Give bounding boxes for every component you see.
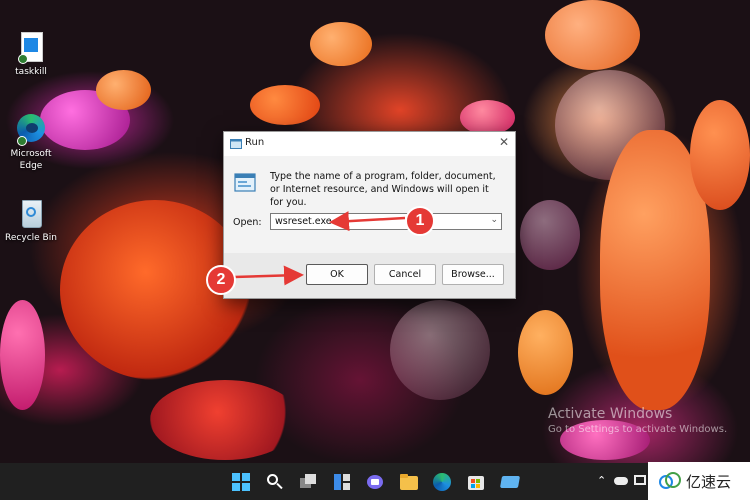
search-icon[interactable] [264, 472, 284, 492]
file-explorer-icon[interactable] [399, 472, 419, 492]
step-badge-1: 1 [405, 206, 435, 236]
cloud-logo-icon [659, 472, 681, 489]
arrow-to-ok-button [233, 265, 304, 286]
cloud-icon[interactable] [614, 477, 628, 485]
watermark-line1: Activate Windows [548, 406, 673, 422]
site-logo: 亿速云 [648, 462, 750, 500]
taskbar: ⌃ [0, 463, 750, 500]
arrow-to-open-field [329, 211, 406, 232]
logo-text: 亿速云 [686, 473, 732, 491]
store-icon[interactable] [466, 472, 486, 492]
start-icon[interactable] [231, 472, 251, 492]
activation-watermark: Activate Windows Go to Settings to activ… [548, 406, 727, 435]
chevron-up-icon[interactable]: ⌃ [597, 474, 606, 487]
pinned-app-icon[interactable] [499, 472, 521, 492]
step-badge-2: 2 [206, 265, 236, 295]
display-icon[interactable] [634, 475, 646, 485]
chat-icon[interactable] [365, 472, 385, 492]
watermark-line2: Go to Settings to activate Windows. [548, 424, 728, 435]
task-view-icon[interactable] [298, 472, 318, 492]
widgets-icon[interactable] [332, 472, 352, 492]
edge-icon[interactable] [432, 472, 452, 492]
